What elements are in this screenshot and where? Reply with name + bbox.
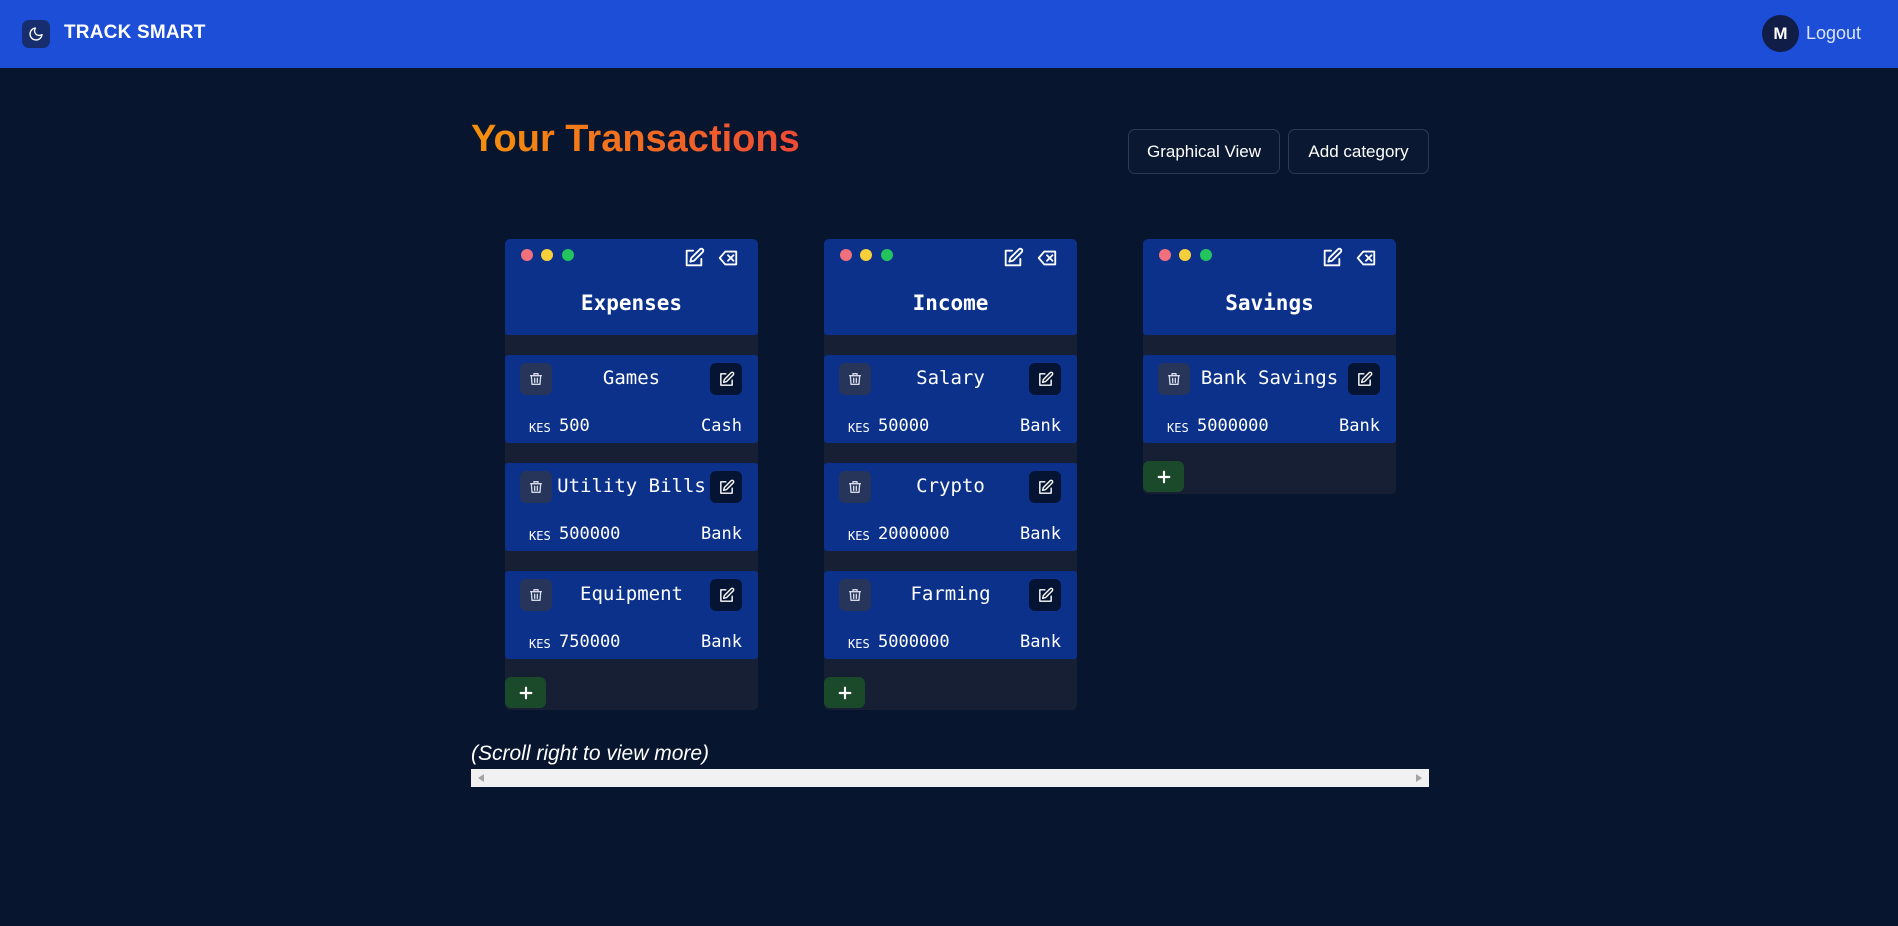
transaction-item: Equipment KES 750000 Bank [505, 571, 758, 659]
delete-category-icon[interactable] [1355, 247, 1377, 269]
window-dot-green [881, 249, 893, 261]
transaction-source: Bank [1020, 416, 1061, 436]
add-transaction-button[interactable] [1143, 461, 1184, 492]
edit-category-icon[interactable] [1321, 247, 1343, 269]
add-category-button[interactable]: Add category [1288, 129, 1429, 174]
window-dot-red [1159, 249, 1171, 261]
logout-link[interactable]: Logout [1806, 23, 1861, 44]
transaction-currency: KES [848, 637, 870, 651]
category-header: Savings [1143, 239, 1396, 335]
category-title: Income [912, 291, 989, 315]
transaction-source: Bank [1339, 416, 1380, 436]
window-dot-green [562, 249, 574, 261]
scroll-hint: (Scroll right to view more) [471, 742, 710, 765]
edit-transaction-button[interactable] [710, 471, 742, 503]
edit-transaction-button[interactable] [1029, 579, 1061, 611]
category-header: Income [824, 239, 1077, 335]
edit-transaction-button[interactable] [710, 579, 742, 611]
transaction-item: Crypto KES 2000000 Bank [824, 463, 1077, 551]
transaction-currency: KES [848, 529, 870, 543]
edit-icon [1038, 479, 1053, 494]
window-dot-yellow [860, 249, 872, 261]
transaction-source: Bank [701, 524, 742, 544]
transaction-amount: 500000 [559, 524, 621, 544]
category-title: Savings [1225, 291, 1314, 315]
dark-mode-toggle[interactable] [22, 20, 50, 48]
edit-icon [1038, 371, 1053, 386]
add-transaction-button[interactable] [824, 677, 865, 708]
transaction-amount: 2000000 [878, 524, 950, 544]
transaction-item: Bank Savings KES 5000000 Bank [1143, 355, 1396, 443]
add-transaction-button[interactable] [505, 677, 546, 708]
transaction-amount: 50000 [878, 416, 930, 436]
transaction-amount: 500 [559, 416, 590, 436]
plus-icon [838, 686, 851, 699]
horizontal-scrollbar[interactable] [471, 769, 1429, 787]
edit-icon [1357, 371, 1372, 386]
delete-category-icon[interactable] [717, 247, 739, 269]
category-column-income: Income Salary KES 50000 Bank Crypto KES … [824, 239, 1077, 710]
transaction-item: Salary KES 50000 Bank [824, 355, 1077, 443]
transaction-amount: 750000 [559, 632, 621, 652]
edit-icon [719, 371, 734, 386]
navbar: TRACK SMART M Logout [0, 0, 1898, 68]
edit-transaction-button[interactable] [1348, 363, 1380, 395]
category-column-expenses: Expenses Games KES 500 Cash Utility Bill… [505, 239, 758, 710]
edit-icon [719, 587, 734, 602]
window-dot-yellow [1179, 249, 1191, 261]
edit-transaction-button[interactable] [710, 363, 742, 395]
category-title: Expenses [580, 291, 683, 315]
window-dot-green [1200, 249, 1212, 261]
transaction-currency: KES [1167, 421, 1189, 435]
plus-icon [519, 686, 532, 699]
edit-category-icon[interactable] [1002, 247, 1024, 269]
category-header: Expenses [505, 239, 758, 335]
window-dot-red [521, 249, 533, 261]
graphical-view-button[interactable]: Graphical View [1128, 129, 1280, 174]
delete-category-icon[interactable] [1036, 247, 1058, 269]
transaction-amount: 5000000 [1197, 416, 1269, 436]
transaction-item: Games KES 500 Cash [505, 355, 758, 443]
transaction-source: Bank [1020, 524, 1061, 544]
edit-transaction-button[interactable] [1029, 363, 1061, 395]
page-title: Your Transactions [471, 118, 800, 160]
window-dot-red [840, 249, 852, 261]
app-brand[interactable]: TRACK SMART [64, 22, 206, 44]
transaction-currency: KES [529, 421, 551, 435]
category-column-savings: Savings Bank Savings KES 5000000 Bank [1143, 239, 1396, 494]
scroll-left-arrow-icon[interactable] [478, 774, 484, 782]
edit-icon [719, 479, 734, 494]
moon-icon [29, 27, 43, 41]
scroll-right-arrow-icon[interactable] [1416, 774, 1422, 782]
transaction-item: Utility Bills KES 500000 Bank [505, 463, 758, 551]
transaction-currency: KES [848, 421, 870, 435]
window-dot-yellow [541, 249, 553, 261]
transaction-currency: KES [529, 637, 551, 651]
transaction-source: Bank [701, 632, 742, 652]
transaction-item: Farming KES 5000000 Bank [824, 571, 1077, 659]
avatar[interactable]: M [1762, 15, 1799, 52]
edit-transaction-button[interactable] [1029, 471, 1061, 503]
edit-category-icon[interactable] [683, 247, 705, 269]
transaction-source: Cash [701, 416, 742, 436]
transaction-currency: KES [529, 529, 551, 543]
edit-icon [1038, 587, 1053, 602]
transaction-source: Bank [1020, 632, 1061, 652]
transaction-amount: 5000000 [878, 632, 950, 652]
plus-icon [1157, 470, 1170, 483]
